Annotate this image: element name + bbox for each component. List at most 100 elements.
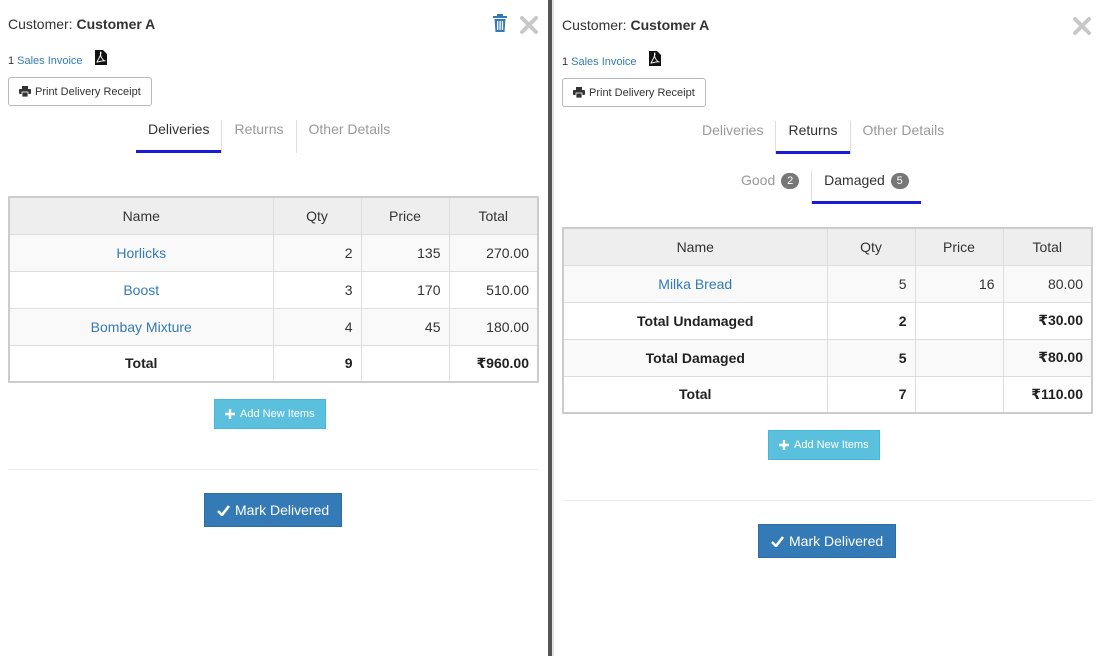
mark-delivered-button[interactable]: Mark Delivered [204,493,343,527]
sales-invoice-link[interactable]: Sales Invoice [571,56,636,68]
table-header-row: Name Qty Price Total [8,196,539,235]
table-row: Bombay Mixture 4 45 180.00 [8,307,539,346]
plus-icon [225,409,235,419]
deliveries-table: Name Qty Price Total Horlicks 2 135 270.… [8,196,539,383]
total-amount: ₹110.00 [1002,375,1093,414]
item-total: 180.00 [448,307,539,346]
item-qty: 5 [826,264,916,303]
tab-other-details[interactable]: Other Details [851,121,957,154]
tab-deliveries[interactable]: Deliveries [690,121,777,154]
main-tabs: Deliveries Returns Other Details [690,121,956,154]
print-label: Print Delivery Receipt [589,86,695,99]
sales-invoice-link[interactable]: Sales Invoice [17,55,82,67]
total-damaged-amount: ₹80.00 [1002,338,1093,377]
good-count-badge: 2 [781,173,800,189]
tab-deliveries[interactable]: Deliveries [136,120,223,153]
mark-delivered-button[interactable]: Mark Delivered [758,524,897,558]
add-new-items-button[interactable]: Add New Items [768,430,880,460]
item-price: 170 [360,270,450,309]
deliver-label: Mark Delivered [235,502,330,518]
invoice-line: 1 Sales Invoice [8,50,107,67]
total-undamaged-qty: 2 [826,301,916,340]
print-icon [573,87,585,98]
customer-label: Customer: [8,16,73,32]
table-row: Boost 3 170 510.00 [8,270,539,309]
total-label: Total [562,375,828,414]
subtab-good[interactable]: Good 2 [729,171,813,204]
total-price [360,344,450,383]
returns-table: Name Qty Price Total Milka Bread 5 16 80… [562,227,1093,414]
total-label: Total [8,344,274,383]
total-undamaged-row: Total Undamaged 2 ₹30.00 [562,301,1093,340]
subtab-damaged[interactable]: Damaged 5 [812,171,921,204]
tab-other-details[interactable]: Other Details [297,120,403,153]
total-damaged-qty: 5 [826,338,916,377]
item-qty: 4 [272,307,362,346]
item-name-link[interactable]: Bombay Mixture [8,307,274,346]
invoice-count: 1 [562,56,569,68]
add-label: Add New Items [240,408,315,420]
add-label: Add New Items [794,439,869,451]
check-icon [771,535,784,547]
col-total-header: Total [1002,227,1093,266]
trash-icon[interactable] [492,14,508,32]
col-price-header: Price [360,196,450,235]
item-price: 16 [914,264,1004,303]
total-undamaged-price [914,301,1004,340]
col-total-header: Total [448,196,539,235]
plus-icon [779,440,789,450]
subtab-damaged-label: Damaged [824,172,885,188]
print-delivery-receipt-button[interactable]: Print Delivery Receipt [562,78,706,107]
print-label: Print Delivery Receipt [35,85,141,98]
item-total: 270.00 [448,233,539,272]
item-name-link[interactable]: Boost [8,270,274,309]
item-price: 45 [360,307,450,346]
damaged-count-badge: 5 [890,173,909,189]
item-price: 135 [360,233,450,272]
check-icon [217,504,230,516]
customer-label: Customer: [562,17,627,33]
table-row: Horlicks 2 135 270.00 [8,233,539,272]
col-name-header: Name [8,196,274,235]
customer-line: Customer: Customer A [8,16,155,32]
add-new-items-button[interactable]: Add New Items [214,399,326,429]
item-qty: 3 [272,270,362,309]
col-qty-header: Qty [272,196,362,235]
col-name-header: Name [562,227,828,266]
total-price [914,375,1004,414]
total-qty: 9 [272,344,362,383]
customer-name: Customer A [76,16,156,32]
table-total-row: Total 9 ₹960.00 [8,344,539,383]
customer-name: Customer A [630,17,710,33]
print-icon [19,86,31,97]
right-returns-panel: Customer: Customer A 1 Sales Invoice Prin… [554,0,1100,656]
total-undamaged-amount: ₹30.00 [1002,301,1093,340]
print-delivery-receipt-button[interactable]: Print Delivery Receipt [8,77,152,106]
close-icon[interactable] [518,14,540,36]
total-undamaged-label: Total Undamaged [562,301,828,340]
tab-returns[interactable]: Returns [222,120,297,153]
subtab-good-label: Good [741,172,776,188]
left-delivery-panel: Customer: Customer A 1 Sales Invoice Prin… [0,0,548,656]
table-header-row: Name Qty Price Total [562,227,1093,266]
invoice-line: 1 Sales Invoice [562,51,661,68]
main-tabs: Deliveries Returns Other Details [136,120,402,153]
invoice-count: 1 [8,55,15,67]
item-name-link[interactable]: Milka Bread [562,264,828,303]
divider-line [562,500,1093,501]
col-qty-header: Qty [826,227,916,266]
pdf-icon[interactable] [94,50,107,65]
item-name-link[interactable]: Horlicks [8,233,274,272]
deliver-label: Mark Delivered [789,533,884,549]
tab-returns[interactable]: Returns [776,121,851,154]
item-total: 510.00 [448,270,539,309]
total-amount: ₹960.00 [448,344,539,383]
item-total: 80.00 [1002,264,1093,303]
total-qty: 7 [826,375,916,414]
customer-line: Customer: Customer A [562,17,709,33]
pdf-icon[interactable] [648,51,661,66]
total-damaged-row: Total Damaged 5 ₹80.00 [562,338,1093,377]
col-price-header: Price [914,227,1004,266]
close-icon[interactable] [1071,15,1093,37]
return-subtabs: Good 2 Damaged 5 [729,171,921,204]
